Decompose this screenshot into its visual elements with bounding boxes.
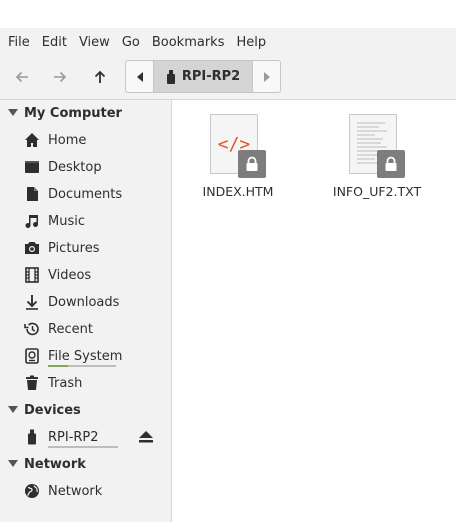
back-button[interactable] <box>5 64 39 90</box>
expander-down-icon <box>8 406 24 414</box>
sidebar-item-trash[interactable]: Trash <box>24 372 82 394</box>
sidebar-item-label: Home <box>48 132 87 148</box>
sidebar-item-label: File System <box>48 348 123 367</box>
music-icon <box>24 213 40 229</box>
sidebar-item-label: Downloads <box>48 294 120 310</box>
forward-button[interactable] <box>43 64 77 90</box>
sidebar-item-music[interactable]: Music <box>24 210 85 232</box>
sidebar-item-label: Documents <box>48 186 123 202</box>
disk-usage-bar <box>48 364 116 367</box>
pathbar: RPI-RP2 <box>125 60 281 93</box>
usb-drive-icon <box>166 69 175 84</box>
sidebar-item-file-system[interactable]: File System <box>24 345 122 367</box>
sidebar-item-label: Pictures <box>48 240 100 256</box>
sidebar-item-label: Trash <box>48 375 83 391</box>
sidebar-section-label: Devices <box>24 402 81 418</box>
eject-icon <box>139 431 153 443</box>
sidebar-section-network[interactable]: Network <box>8 454 86 474</box>
menu-help[interactable]: Help <box>232 35 274 50</box>
sidebar-section-my-computer[interactable]: My Computer <box>8 103 122 123</box>
sidebar-item-downloads[interactable]: Downloads <box>24 291 119 313</box>
sidebar-item-label: Network <box>48 483 103 499</box>
path-crumb-label: RPI-RP2 <box>181 69 241 84</box>
menu-view[interactable]: View <box>75 35 118 50</box>
sidebar-item-home[interactable]: Home <box>24 129 86 151</box>
sidebar-item-label: Desktop <box>48 159 102 175</box>
file-view[interactable]: </> INDEX.HTM INFO_UF2.TXT <box>173 100 456 522</box>
desktop-icon <box>24 159 40 175</box>
path-scroll-left-button[interactable] <box>126 61 153 92</box>
arrow-left-icon <box>15 71 28 83</box>
menu-bookmarks[interactable]: Bookmarks <box>148 35 233 50</box>
film-icon <box>24 267 40 283</box>
sidebar-item-documents[interactable]: Documents <box>24 183 122 205</box>
text-file-icon <box>349 114 405 178</box>
usb-drive-icon <box>24 429 40 445</box>
path-scroll-right-button[interactable] <box>253 61 280 92</box>
arrow-right-icon <box>54 71 67 83</box>
sidebar: My Computer Home Desktop Documents Music… <box>0 100 172 522</box>
menu-file[interactable]: File <box>4 35 38 50</box>
sidebar-section-devices[interactable]: Devices <box>8 400 81 420</box>
document-icon <box>24 186 40 202</box>
sidebar-item-network[interactable]: Network <box>24 480 102 502</box>
camera-icon <box>24 240 40 256</box>
html-file-icon: </> <box>210 114 266 178</box>
home-icon <box>24 132 40 148</box>
sidebar-item-videos[interactable]: Videos <box>24 264 91 286</box>
sidebar-item-pictures[interactable]: Pictures <box>24 237 99 259</box>
sidebar-item-rpi-rp2[interactable]: RPI-RP2 <box>24 426 118 448</box>
expander-down-icon <box>8 460 24 468</box>
file-item[interactable]: INFO_UF2.TXT <box>327 114 427 199</box>
menu-edit[interactable]: Edit <box>38 35 75 50</box>
download-icon <box>24 294 40 310</box>
globe-icon <box>24 483 40 499</box>
file-name: INDEX.HTM <box>202 184 274 199</box>
sidebar-item-recent[interactable]: Recent <box>24 318 93 340</box>
triangle-left-icon <box>136 71 143 82</box>
lock-icon <box>377 150 405 178</box>
menubar: File Edit View Go Bookmarks Help <box>0 28 456 56</box>
path-crumb-current[interactable]: RPI-RP2 <box>153 61 253 92</box>
triangle-right-icon <box>263 71 270 82</box>
sidebar-item-label: RPI-RP2 <box>48 429 118 448</box>
sidebar-item-label: Recent <box>48 321 93 337</box>
sidebar-item-label-text: RPI-RP2 <box>48 429 99 445</box>
sidebar-item-label: Videos <box>48 267 92 283</box>
sidebar-item-label-text: File System <box>48 348 123 364</box>
sidebar-section-label: Network <box>24 456 86 472</box>
arrow-up-icon <box>94 70 106 83</box>
sidebar-section-label: My Computer <box>24 105 122 121</box>
history-icon <box>24 321 40 337</box>
file-item[interactable]: </> INDEX.HTM <box>188 114 288 199</box>
eject-button[interactable] <box>137 428 155 446</box>
window-top-strip <box>0 0 456 28</box>
file-name: INFO_UF2.TXT <box>332 184 422 199</box>
expander-down-icon <box>8 109 24 117</box>
menu-go[interactable]: Go <box>118 35 148 50</box>
up-button[interactable] <box>83 64 117 90</box>
sidebar-item-desktop[interactable]: Desktop <box>24 156 102 178</box>
trash-icon <box>24 375 40 391</box>
sidebar-item-label: Music <box>48 213 85 229</box>
device-usage-bar <box>48 445 118 448</box>
lock-icon <box>238 150 266 178</box>
harddisk-icon <box>24 348 40 364</box>
